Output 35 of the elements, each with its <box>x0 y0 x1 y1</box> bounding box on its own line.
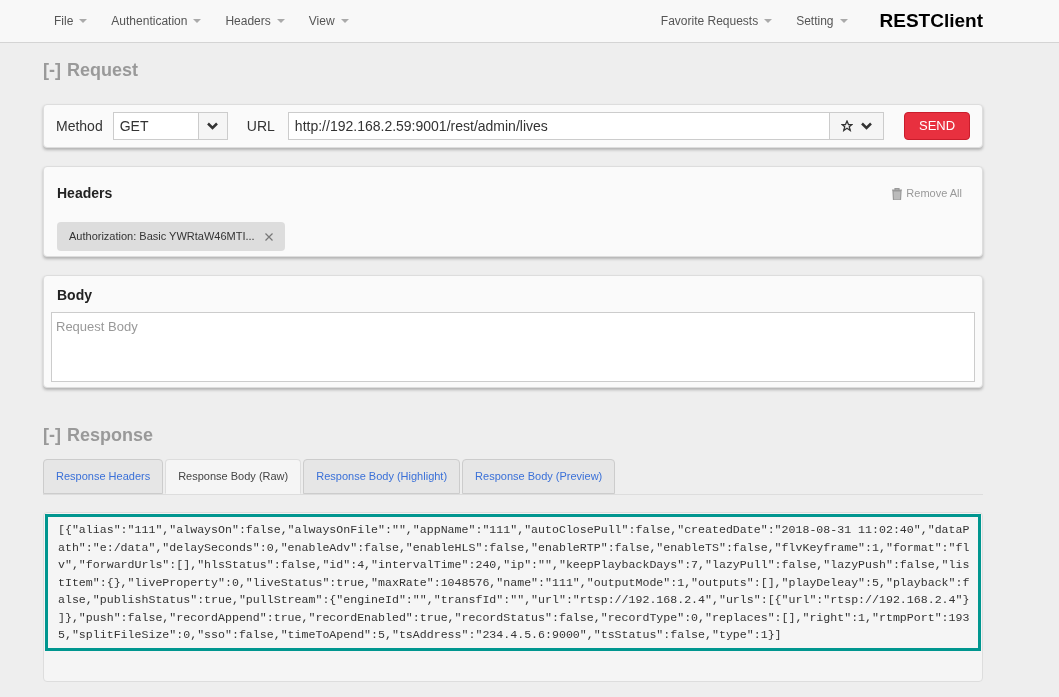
menu-button[interactable]: Headers <box>213 12 297 30</box>
caret-icon <box>340 19 349 23</box>
response-tab[interactable]: Response Body (Highlight) <box>303 459 461 494</box>
caret-icon <box>839 19 848 23</box>
menu-button[interactable]: Authentication <box>99 12 214 30</box>
url-label: URL <box>246 116 275 136</box>
url-field[interactable]: http://192.168.2.59:9001/rest/admin/lives <box>287 112 885 140</box>
panel-title: Headers <box>57 184 113 203</box>
chevron-down-icon <box>207 122 219 130</box>
brand-title: RESTClient <box>879 8 983 33</box>
response-tab[interactable]: Response Body (Preview) <box>462 459 616 494</box>
chevron-down-icon[interactable] <box>861 122 873 130</box>
response-tab[interactable]: Response Body (Raw) <box>165 459 302 494</box>
caret-icon <box>276 19 285 23</box>
method-label: Method <box>56 116 103 136</box>
section-title: Request <box>67 59 138 82</box>
caret-icon <box>79 19 88 23</box>
response-tab[interactable]: Response Headers <box>43 459 164 494</box>
send-button[interactable]: SEND <box>904 112 970 140</box>
close-icon[interactable] <box>264 232 273 241</box>
menu-button[interactable]: View <box>296 12 361 30</box>
menu-button[interactable]: Favorite Requests <box>648 12 785 30</box>
star-icon[interactable] <box>841 120 854 132</box>
panel-title: Body <box>57 286 93 305</box>
request-body-field[interactable]: Request Body <box>51 312 975 382</box>
caret-icon <box>764 19 773 23</box>
method-select[interactable]: GET <box>112 112 228 140</box>
header-tag[interactable]: Authorization: Basic YWRtaW46MTI... <box>57 222 285 251</box>
caret-icon <box>193 19 202 23</box>
menu-button[interactable]: Setting <box>784 12 860 30</box>
section-title: Response <box>67 424 153 447</box>
menu-button[interactable]: File <box>42 12 100 30</box>
trash-icon <box>892 187 903 200</box>
response-body-text: [{"alias":"111","alwaysOn":false,"alwaysOnFile":"","appName":"111","autoClosePull":false,"createdDate":"2018-08-31 11:02:40","dataP ath":"e:/data","delaySeconds":0,"enableAdv":false,"enableHLS":false,"enableRTP":false,"enableTS":false,"flvKeyframe":1,"format":"fl v","forwardUrls":[],"hlsStatus":false,"id":4,"intervalTime":240,"ip":"","keepPlaybackDays":7,"lazyPull":false,"lazyPush":false,"lis tItem":{},"liveProperty":0,"liveStatus":true,"maxRate":1048576,"name":"111","outputMode":1,"outputs":[],"playDeleay":5,"playback":f alse,"publishStatus":true,"pullStream":{"engineId":"","transfId":"","url":"rtsp://192.168.2.4","urls":[{"url":"rtsp://192.168.2.4"} ]},"push":false,"recordAppend":true,"recordEnabled":true,"recordStatus":false,"recordType":0,"replaces":[],"right":1,"rtmpPort":193 5,"splitFileSize":0,"sso":false,"timeToApend":5,"tsAddress":"234.4.5.6:9000","tsStatus":false,"type":1}] <box>45 514 981 651</box>
header-tag-text: Authorization: Basic YWRtaW46MTI... <box>69 229 255 245</box>
